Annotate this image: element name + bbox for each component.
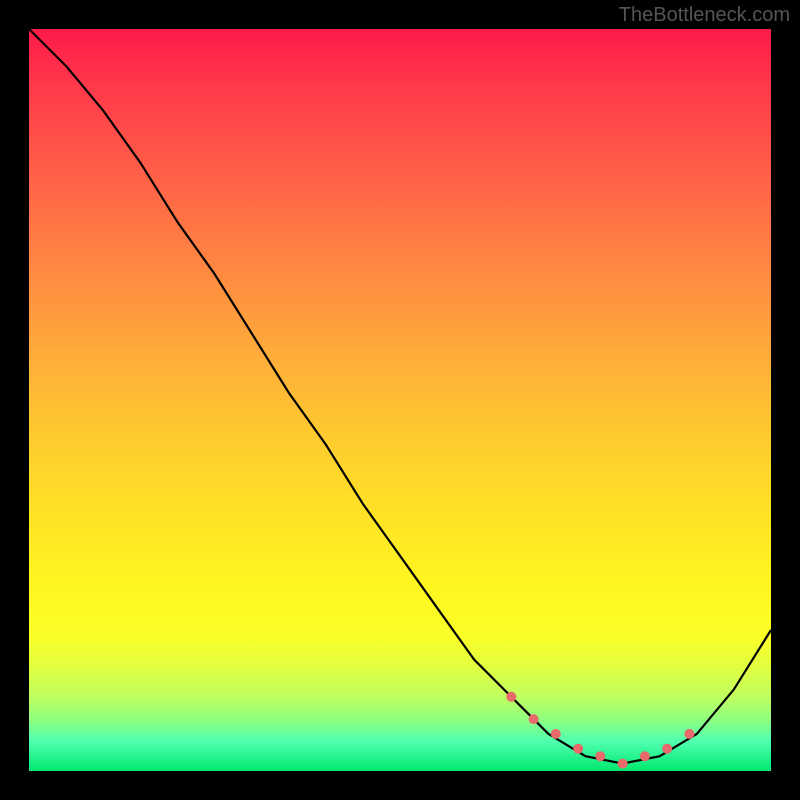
curve-line bbox=[29, 29, 771, 764]
highlight-markers bbox=[506, 692, 694, 769]
highlight-dot bbox=[662, 744, 672, 754]
highlight-dot bbox=[506, 692, 516, 702]
chart-svg bbox=[29, 29, 771, 771]
highlight-dot bbox=[551, 729, 561, 739]
highlight-dot bbox=[640, 751, 650, 761]
highlight-dot bbox=[573, 744, 583, 754]
watermark-text: TheBottleneck.com bbox=[619, 4, 790, 27]
highlight-dot bbox=[529, 714, 539, 724]
highlight-dot bbox=[595, 751, 605, 761]
highlight-dot bbox=[618, 759, 628, 769]
highlight-dot bbox=[684, 729, 694, 739]
